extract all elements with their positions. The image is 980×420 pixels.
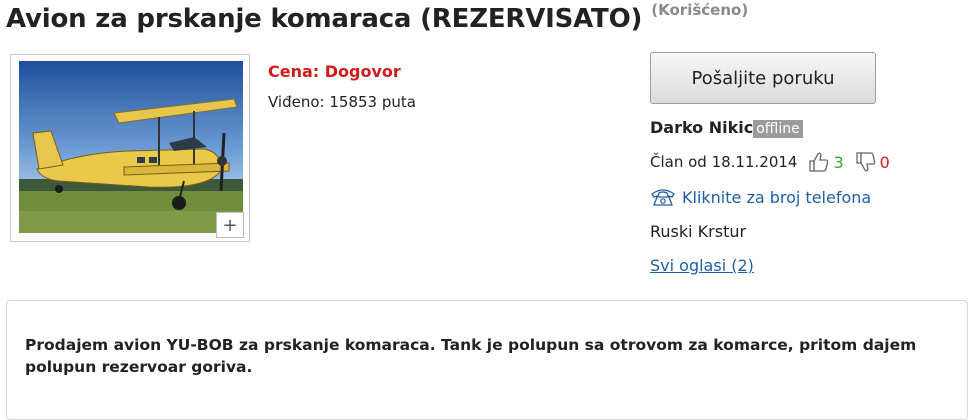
description-text: Prodajem avion YU-BOB za prskanje komara… bbox=[25, 336, 917, 376]
likes-count: 3 bbox=[833, 152, 844, 172]
photo-frame[interactable] bbox=[10, 54, 250, 242]
seller-name[interactable]: Darko Nikic bbox=[650, 118, 753, 137]
member-since: Član od 18.11.2014 bbox=[650, 153, 798, 171]
description-box: Prodajem avion YU-BOB za prskanje komara… bbox=[6, 300, 968, 420]
price-label: Cena: Dogovor bbox=[268, 62, 401, 81]
condition-badge: (Korišćeno) bbox=[651, 1, 749, 19]
airplane-image bbox=[19, 61, 243, 233]
listing-photo[interactable] bbox=[19, 61, 243, 233]
thumbs-down-icon[interactable] bbox=[854, 150, 878, 174]
page-title: Avion za prskanje komaraca (REZERVISATO) bbox=[6, 4, 643, 34]
send-message-button[interactable]: Pošaljite poruku bbox=[650, 52, 876, 104]
view-count: Viđeno: 15853 puta bbox=[268, 93, 416, 111]
phone-link[interactable]: Kliknite za broj telefona bbox=[650, 187, 871, 207]
thumbs-up-icon[interactable] bbox=[807, 150, 831, 174]
listing-title-row: Avion za prskanje komaraca (REZERVISATO)… bbox=[6, 1, 749, 34]
phone-link-label[interactable]: Kliknite za broj telefona bbox=[682, 188, 871, 207]
zoom-plus-icon[interactable]: + bbox=[216, 212, 244, 238]
all-ads-link[interactable]: Svi oglasi (2) bbox=[650, 256, 754, 275]
member-row: Član od 18.11.2014 3 0 bbox=[650, 150, 890, 174]
status-badge: offline bbox=[753, 120, 803, 138]
phone-icon bbox=[651, 189, 675, 206]
dislikes-count: 0 bbox=[879, 152, 890, 172]
seller-location: Ruski Krstur bbox=[650, 222, 747, 241]
seller-info: Darko Nikic offline bbox=[650, 118, 803, 138]
